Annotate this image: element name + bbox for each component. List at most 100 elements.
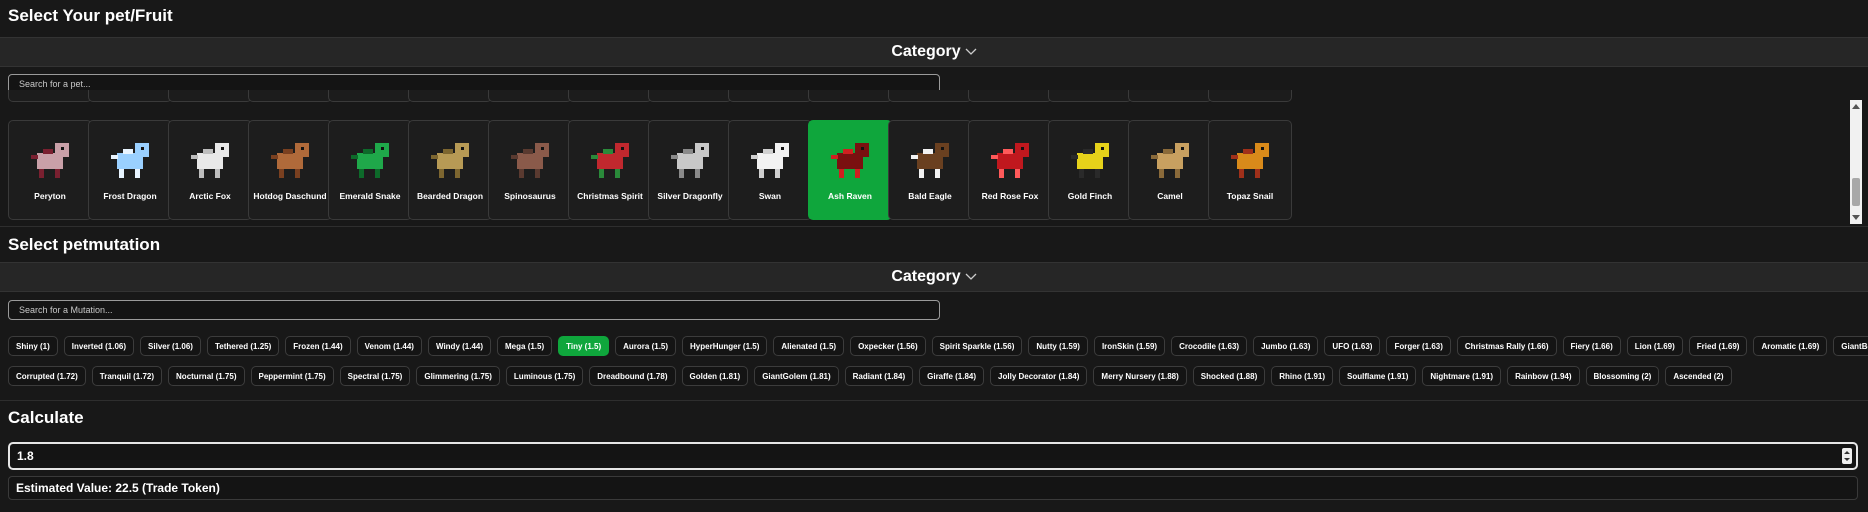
mutation-chip[interactable]: Merry Nursery (1.88) xyxy=(1093,366,1187,386)
pet-card[interactable]: Hotdog Daschund xyxy=(248,120,332,220)
mutation-chip[interactable]: Blossoming (2) xyxy=(1585,366,1660,386)
mutation-chip[interactable]: Fried (1.69) xyxy=(1688,336,1748,356)
pet-card[interactable]: Gold Finch xyxy=(1048,120,1132,220)
mutation-chip[interactable]: IronSkin (1.59) xyxy=(1093,336,1166,356)
mutation-chip[interactable]: Christmas Rally (1.66) xyxy=(1456,336,1557,356)
mutation-chip[interactable]: Lion (1.69) xyxy=(1626,336,1683,356)
mutation-chip[interactable]: Glimmering (1.75) xyxy=(416,366,500,386)
pet-card[interactable]: Bearded Dragon xyxy=(408,120,492,220)
pet-category-dropdown[interactable]: Category xyxy=(0,37,1868,67)
pet-grid[interactable]: Peryton Frost Dragon Arctic Fox Hotdog Dasc… xyxy=(0,90,1868,226)
pet-card[interactable]: Camel xyxy=(1128,120,1212,220)
mutation-chip[interactable]: Windy (1.44) xyxy=(427,336,492,356)
pet-image xyxy=(265,133,317,185)
pet-card[interactable]: Emerald Snake xyxy=(328,120,412,220)
mutation-chip[interactable]: Frozen (1.44) xyxy=(285,336,351,356)
scrollbar-thumb[interactable] xyxy=(1852,178,1860,206)
mutation-chip[interactable]: Nightmare (1.91) xyxy=(1422,366,1502,386)
pet-card[interactable]: Topaz Snail xyxy=(1208,120,1292,220)
pet-card-partial[interactable] xyxy=(488,90,572,102)
pet-card[interactable]: Ash Raven xyxy=(808,120,892,220)
mutation-chip[interactable]: Crocodile (1.63) xyxy=(1171,336,1248,356)
pet-card[interactable]: Arctic Fox xyxy=(168,120,252,220)
pet-image xyxy=(665,133,717,185)
pet-card[interactable]: Bald Eagle xyxy=(888,120,972,220)
mutation-chip[interactable]: Inverted (1.06) xyxy=(63,336,135,356)
pet-card[interactable]: Frost Dragon xyxy=(88,120,172,220)
pet-card-partial[interactable] xyxy=(808,90,892,102)
mutation-chip[interactable]: Tethered (1.25) xyxy=(206,336,280,356)
pet-grid-scrollbar[interactable] xyxy=(1850,100,1862,224)
pet-card[interactable]: Swan xyxy=(728,120,812,220)
pet-card-partial[interactable] xyxy=(8,90,92,102)
pet-card-partial[interactable] xyxy=(168,90,252,102)
mutation-chip[interactable]: Oxpecker (1.56) xyxy=(850,336,926,356)
pet-card-partial[interactable] xyxy=(568,90,652,102)
mutation-chip[interactable]: Forger (1.63) xyxy=(1386,336,1451,356)
mutation-chip[interactable]: Tranquil (1.72) xyxy=(91,366,163,386)
pet-card-partial[interactable] xyxy=(408,90,492,102)
pet-card[interactable]: Red Rose Fox xyxy=(968,120,1052,220)
mutation-chip[interactable]: Jolly Decorator (1.84) xyxy=(990,366,1088,386)
mutation-chip[interactable]: Luminous (1.75) xyxy=(505,366,584,386)
mutation-chip[interactable]: Fiery (1.66) xyxy=(1562,336,1621,356)
mutation-chip[interactable]: Mega (1.5) xyxy=(497,336,553,356)
mutation-category-dropdown[interactable]: Category xyxy=(0,262,1868,292)
mutation-chip[interactable]: Giraffe (1.84) xyxy=(919,366,985,386)
mutation-chip[interactable]: Jumbo (1.63) xyxy=(1253,336,1319,356)
estimated-value-output: Estimated Value: 22.5 (Trade Token) xyxy=(8,476,1858,500)
scroll-down-arrow-icon[interactable] xyxy=(1850,212,1862,224)
pet-name: Christmas Spirit xyxy=(577,191,643,201)
mutation-search-input[interactable] xyxy=(8,300,940,320)
pet-card-partial[interactable] xyxy=(1208,90,1292,102)
mutation-chip[interactable]: Spirit Sparkle (1.56) xyxy=(931,336,1023,356)
pet-card-partial[interactable] xyxy=(968,90,1052,102)
number-spinner[interactable] xyxy=(1842,448,1852,464)
mutation-chip[interactable]: Tiny (1.5) xyxy=(558,336,610,356)
mutation-chip[interactable]: Dreadbound (1.78) xyxy=(589,366,676,386)
pet-name: Red Rose Fox xyxy=(981,191,1039,201)
scroll-up-arrow-icon[interactable] xyxy=(1850,100,1862,112)
pet-card[interactable]: Peryton xyxy=(8,120,92,220)
pet-image xyxy=(425,133,477,185)
pet-card[interactable]: Spinosaurus xyxy=(488,120,572,220)
pet-card-partial[interactable] xyxy=(248,90,332,102)
pet-name: Topaz Snail xyxy=(1226,191,1274,201)
mutation-chip[interactable]: Spectral (1.75) xyxy=(339,366,411,386)
mutation-chip[interactable]: Venom (1.44) xyxy=(356,336,422,356)
mutation-chip[interactable]: Nutty (1.59) xyxy=(1028,336,1088,356)
pet-image xyxy=(745,133,797,185)
mutation-chip[interactable]: HyperHunger (1.5) xyxy=(682,336,768,356)
mutation-chip[interactable]: Rainbow (1.94) xyxy=(1507,366,1580,386)
multiplier-input[interactable] xyxy=(8,442,1858,470)
mutation-chip[interactable]: Shocked (1.88) xyxy=(1192,366,1266,386)
pet-image xyxy=(105,133,157,185)
pet-card-partial[interactable] xyxy=(648,90,732,102)
mutation-chip[interactable]: Golden (1.81) xyxy=(681,366,749,386)
pet-card-partial[interactable] xyxy=(1048,90,1132,102)
pet-card[interactable]: Christmas Spirit xyxy=(568,120,652,220)
pet-card-partial[interactable] xyxy=(1128,90,1212,102)
mutation-chip[interactable]: Aromatic (1.69) xyxy=(1753,336,1828,356)
pet-card[interactable]: Silver Dragonfly xyxy=(648,120,732,220)
mutation-chip[interactable]: Radiant (1.84) xyxy=(844,366,914,386)
pet-card-partial[interactable] xyxy=(888,90,972,102)
mutation-chip[interactable]: GiantBean (1.69) xyxy=(1833,336,1868,356)
mutation-chip[interactable]: Alienated (1.5) xyxy=(773,336,845,356)
mutation-chip[interactable]: Soulflame (1.91) xyxy=(1339,366,1417,386)
pet-image xyxy=(185,133,237,185)
mutation-chip[interactable]: Shiny (1) xyxy=(8,336,58,356)
pet-card-partial[interactable] xyxy=(728,90,812,102)
mutation-chip[interactable]: Nocturnal (1.75) xyxy=(168,366,245,386)
mutation-chip[interactable]: Rhino (1.91) xyxy=(1271,366,1334,386)
mutation-chip[interactable]: Aurora (1.5) xyxy=(615,336,677,356)
mutation-list: Shiny (1) Inverted (1.06) Silver (1.06) Tet… xyxy=(8,336,1868,396)
pet-card-partial[interactable] xyxy=(88,90,172,102)
mutation-chip[interactable]: Peppermint (1.75) xyxy=(250,366,334,386)
mutation-chip[interactable]: Ascended (2) xyxy=(1665,366,1732,386)
mutation-chip[interactable]: GiantGolem (1.81) xyxy=(754,366,839,386)
mutation-chip[interactable]: UFO (1.63) xyxy=(1324,336,1381,356)
mutation-chip[interactable]: Silver (1.06) xyxy=(140,336,201,356)
pet-card-partial[interactable] xyxy=(328,90,412,102)
mutation-chip[interactable]: Corrupted (1.72) xyxy=(8,366,86,386)
